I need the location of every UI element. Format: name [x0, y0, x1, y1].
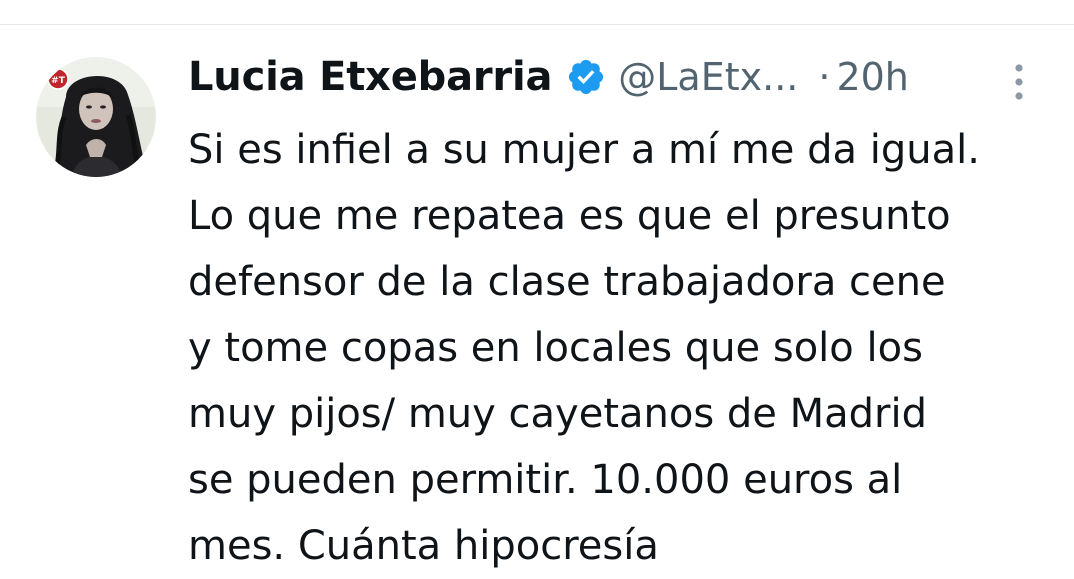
- author-handle[interactable]: @LaEtx...: [618, 55, 798, 99]
- avatar-badge-text: #T: [51, 76, 66, 86]
- verified-badge-icon[interactable]: [566, 57, 606, 97]
- tweet-text: Si es infiel a su mujer a mí me da igual…: [188, 117, 1058, 579]
- tweet-text-line: se pueden permitir. 10.000 euros al: [188, 457, 903, 503]
- avatar[interactable]: #T: [36, 57, 156, 177]
- tweet-text-line: Lo que me repatea es que el presunto: [188, 193, 951, 239]
- tweet-timestamp[interactable]: 20h: [836, 55, 908, 99]
- more-vertical-icon: [1015, 64, 1023, 100]
- avatar-image: #T: [36, 57, 156, 177]
- header-separator: ·: [818, 55, 831, 99]
- tweet-text-line: defensor de la clase trabajadora cene: [188, 259, 946, 305]
- author-display-name[interactable]: Lucia Etxebarria: [188, 54, 552, 100]
- tweet-text-line: Si es infiel a su mujer a mí me da igual…: [188, 127, 980, 173]
- tweet-text-line: y tome copas en locales que solo los: [188, 325, 923, 371]
- more-options-button[interactable]: [1004, 61, 1034, 103]
- tweet-text-line: muy pijos/ muy cayetanos de Madrid: [188, 391, 927, 437]
- tweet-header: Lucia Etxebarria @LaEtx... · 20h: [188, 47, 909, 107]
- tweet-card[interactable]: #T Lucia Etxebarria @LaEtx... · 20h Si e…: [0, 25, 1074, 574]
- tweet-text-line: mes. Cuánta hipocresía: [188, 523, 659, 569]
